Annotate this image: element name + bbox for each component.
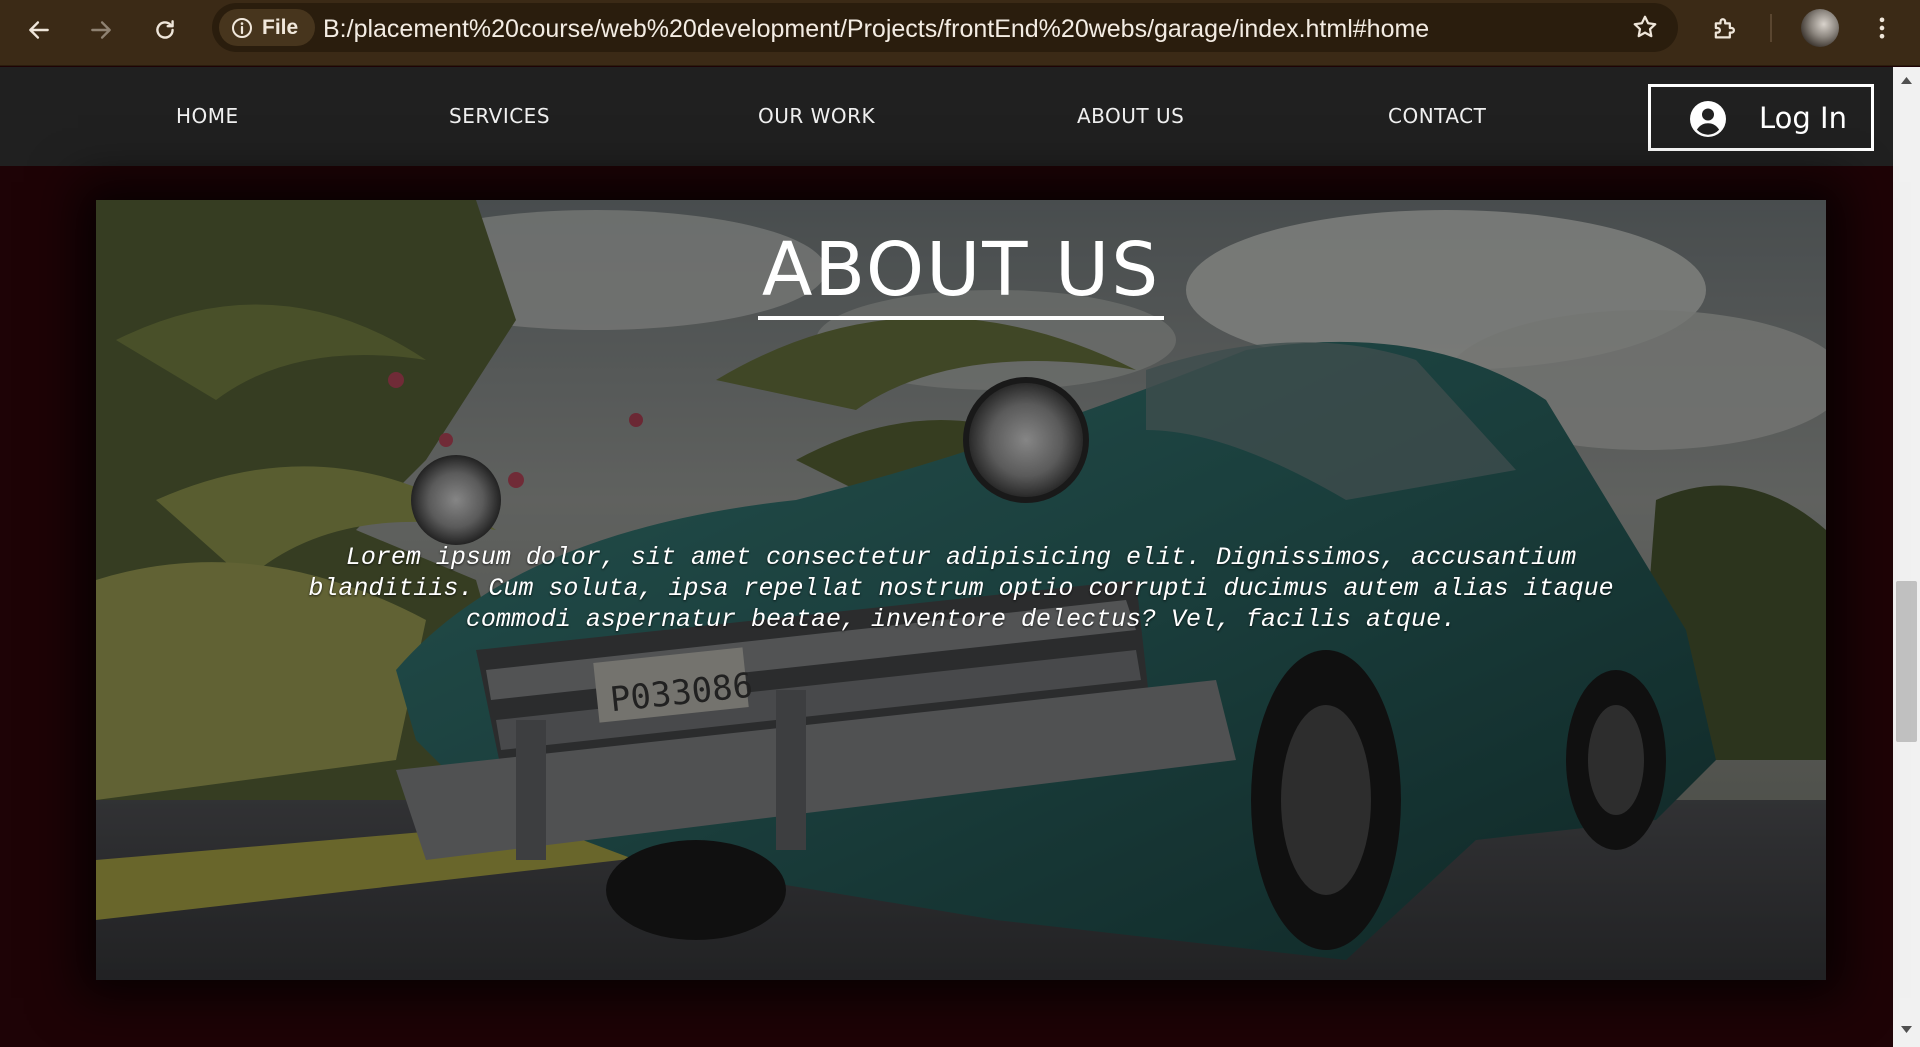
scrollbar-thumb[interactable] [1896,581,1917,742]
about-heading-text: ABOUT US [757,231,1165,320]
page-scrollbar[interactable] [1893,67,1920,1047]
about-heading: ABOUT US [96,231,1826,320]
arrow-left-icon [29,21,49,39]
site-navbar: HOME SERVICES OUR WORK ABOUT US CONTACT … [0,67,1893,166]
forward-button[interactable] [79,8,123,52]
login-label: Log In [1759,101,1847,135]
scroll-down-arrow[interactable] [1899,1022,1914,1037]
reload-icon [156,20,174,39]
toolbar-divider [1770,14,1772,42]
login-button[interactable]: Log In [1648,84,1874,151]
scroll-up-arrow[interactable] [1899,73,1914,88]
nav-link-home[interactable]: HOME [176,104,239,128]
user-circle-icon [1690,101,1726,137]
kebab-menu-icon [1879,17,1885,39]
arrow-right-icon [91,21,111,39]
browser-toolbar: File B:/placement%20course/web%20develop… [0,0,1920,66]
nav-link-about-us[interactable]: ABOUT US [1077,104,1184,128]
site-chip-label: File [262,15,299,39]
extensions-button[interactable] [1702,6,1746,50]
site-info-chip[interactable]: File [219,9,315,46]
about-paragraph: Lorem ipsum dolor, sit amet consectetur … [308,543,1614,634]
caret-down-icon [1901,1026,1912,1033]
star-icon [1633,15,1657,38]
puzzle-icon [1714,18,1735,39]
nav-link-our-work[interactable]: OUR WORK [758,104,875,128]
reload-button[interactable] [143,8,187,52]
back-button[interactable] [17,8,61,52]
caret-up-icon [1901,77,1912,84]
nav-link-contact[interactable]: CONTACT [1388,104,1486,128]
profile-avatar[interactable] [1801,9,1839,47]
bookmark-button[interactable] [1626,8,1664,46]
browser-menu-button[interactable] [1862,6,1902,50]
about-section: P033086 ABOUT US Lorem ipsum dolor, sit … [96,200,1826,980]
url-text[interactable]: B:/placement%20course/web%20development/… [323,15,1429,44]
info-icon [232,17,252,38]
nav-link-services[interactable]: SERVICES [449,104,550,128]
address-bar[interactable]: File B:/placement%20course/web%20develop… [212,3,1678,52]
